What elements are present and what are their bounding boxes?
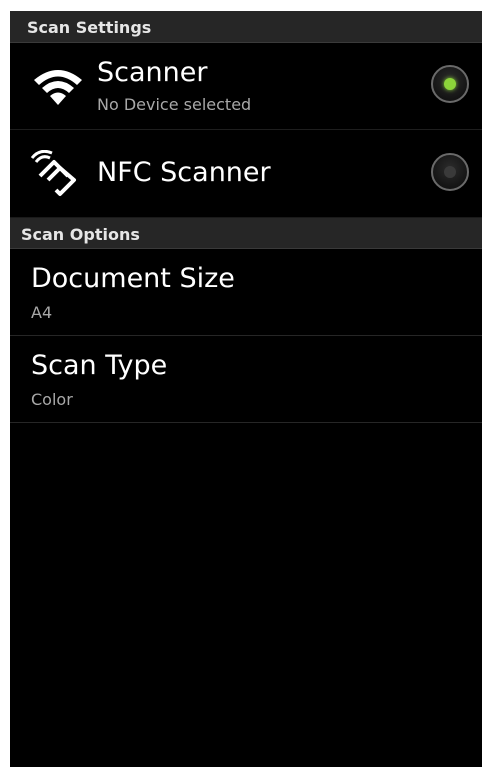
document-size-row[interactable]: Document Size A4	[10, 249, 482, 336]
scan-settings-header: Scan Settings	[10, 11, 482, 43]
nfc-scanner-title: NFC Scanner	[97, 157, 271, 188]
scan-type-value: Color	[31, 390, 73, 409]
scanner-radio-button[interactable]	[431, 65, 469, 103]
radio-unselected-dot	[444, 166, 456, 178]
scan-type-title: Scan Type	[31, 350, 168, 381]
radio-selected-dot	[444, 78, 456, 90]
wifi-icon	[30, 63, 86, 111]
scan-settings-screen: Scan Settings Scanner No Device selected…	[10, 11, 482, 767]
document-size-title: Document Size	[31, 263, 235, 294]
nfc-scanner-radio-button[interactable]	[431, 153, 469, 191]
scanner-status: No Device selected	[97, 95, 252, 114]
nfc-scanner-option-row[interactable]: NFC Scanner	[10, 130, 482, 217]
nfc-icon	[30, 149, 86, 198]
scanner-title: Scanner	[97, 57, 208, 88]
document-size-value: A4	[31, 303, 53, 322]
scan-type-row[interactable]: Scan Type Color	[10, 336, 482, 423]
scan-options-header: Scan Options	[10, 217, 482, 249]
scanner-option-row[interactable]: Scanner No Device selected	[10, 43, 482, 130]
